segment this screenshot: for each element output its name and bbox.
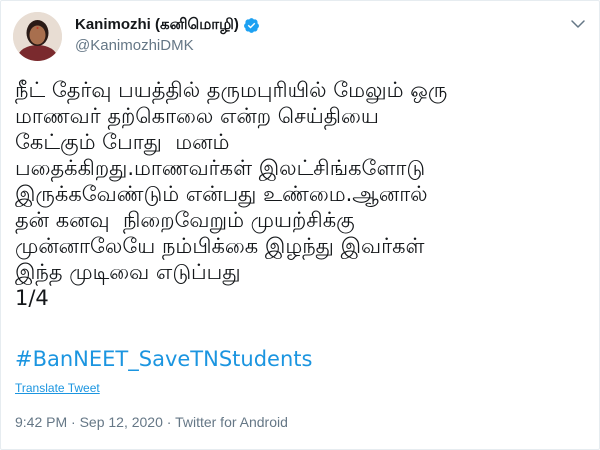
tweet-text-line: 1/4 <box>15 286 49 310</box>
display-name[interactable]: Kanimozhi (கனிமொழி) <box>75 16 239 35</box>
avatar-image <box>13 12 62 61</box>
tweet-text-line: இந்த முடிவை எடுப்பது <box>15 260 241 284</box>
tweet-timestamp[interactable]: 9:42 PM · Sep 12, 2020 · Twitter for And… <box>15 414 288 430</box>
tweet-card: Kanimozhi (கனிமொழி) @KanimozhiDMK நீட் த… <box>0 0 600 450</box>
tweet-text-line: இருக்கவேண்டும் என்பது உண்மை.ஆனால் <box>15 182 428 206</box>
tweet-text-line: முன்னாலேயே நம்பிக்கை இழந்து இவர்கள் <box>15 234 425 258</box>
translate-tweet-link[interactable]: Translate Tweet <box>15 381 100 395</box>
tweet-text-line: பதைக்கிறது.மாணவர்கள் இலட்சிங்களோடு <box>15 156 426 180</box>
chevron-down-icon[interactable] <box>569 15 587 33</box>
tweet-text-line: கேட்கும் போது மனம் <box>15 130 230 154</box>
avatar[interactable] <box>13 12 62 61</box>
verified-badge-icon <box>243 18 259 33</box>
display-name-row[interactable]: Kanimozhi (கனிமொழி) <box>75 16 260 35</box>
tweet-text-line: நீட் தேர்வு பயத்தில் தருமபுரியில் மேலும்… <box>15 78 448 102</box>
hashtag-link[interactable]: #BanNEET_SaveTNStudents <box>15 347 312 371</box>
tweet-text-line: மாணவர் தற்கொலை என்ற செய்தியை <box>15 104 379 128</box>
handle[interactable]: @KanimozhiDMK <box>75 37 194 54</box>
tweet-text: நீட் தேர்வு பயத்தில் தருமபுரியில் மேலும்… <box>15 77 593 311</box>
tweet-text-line: தன் கனவு நிறைவேறும் முயற்சிக்கு <box>15 208 355 232</box>
